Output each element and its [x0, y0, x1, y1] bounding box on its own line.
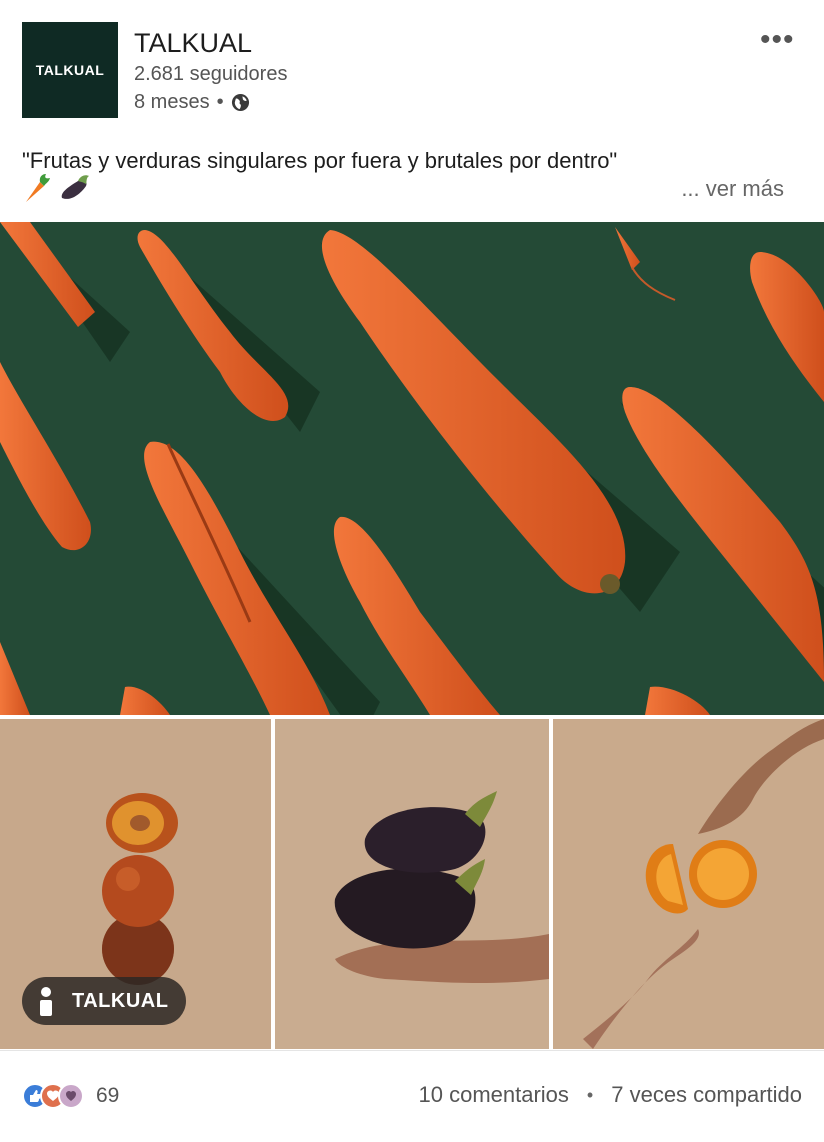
post-footer: 69 10 comentarios • 7 veces compartido — [0, 1050, 824, 1142]
hero-image[interactable] — [0, 222, 824, 715]
caption-emojis — [22, 172, 92, 204]
reactions-summary[interactable]: 69 — [22, 1083, 119, 1109]
post-header: TALKUAL TALKUAL 2.681 seguidores 8 meses… — [0, 0, 824, 130]
orange-image[interactable] — [553, 719, 824, 1049]
image-grid: TALKUAL — [0, 719, 824, 1049]
post-stats: 10 comentarios • 7 veces compartido — [419, 1082, 803, 1108]
person-icon — [40, 987, 52, 1016]
carrot-emoji — [26, 174, 50, 202]
tagged-badge-label: TALKUAL — [72, 989, 169, 1012]
see-more-link[interactable]: ... ver más — [681, 176, 784, 202]
reaction-count: 69 — [96, 1084, 120, 1107]
more-dots-icon: ••• — [760, 23, 795, 56]
eggplants-graphic — [275, 719, 549, 1049]
post-meta: 8 meses • — [134, 91, 250, 114]
more-options-button[interactable]: ••• — [760, 25, 795, 55]
eggplant-image[interactable] — [275, 719, 549, 1049]
orange-graphic — [553, 719, 824, 1049]
support-icon — [58, 1083, 84, 1109]
company-name[interactable]: TALKUAL — [134, 28, 252, 59]
shares-count[interactable]: 7 veces compartido — [611, 1082, 802, 1108]
company-logo[interactable]: TALKUAL — [22, 22, 118, 118]
carrots-image — [0, 222, 824, 715]
post-time: 8 meses — [134, 91, 210, 113]
tagged-badge[interactable]: TALKUAL — [22, 977, 187, 1025]
fruit-stack-image[interactable]: TALKUAL — [0, 719, 271, 1049]
followers-count: 2.681 seguidores — [134, 63, 288, 85]
meta-separator: • — [216, 91, 224, 113]
logo-text: TALKUAL — [35, 62, 105, 78]
post-caption: "Frutas y verduras singulares por fuera … — [22, 148, 618, 173]
comments-count[interactable]: 10 comentarios — [419, 1082, 569, 1108]
stats-separator: • — [586, 1084, 594, 1105]
globe-icon — [231, 93, 249, 112]
eggplant-emoji — [61, 175, 89, 199]
